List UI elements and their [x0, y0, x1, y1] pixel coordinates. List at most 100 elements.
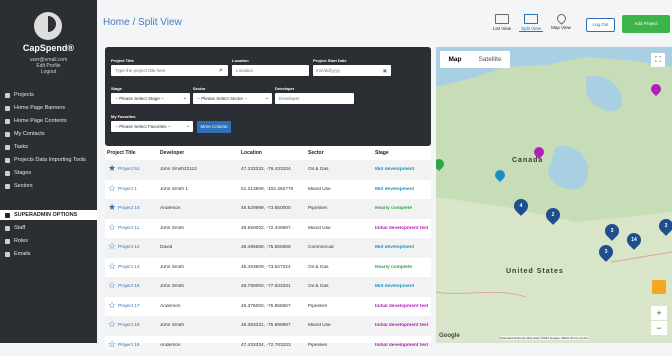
start-date-input[interactable]: mm/dd/yyyy ▣	[313, 65, 391, 76]
zoom-out-button[interactable]: −	[651, 321, 667, 335]
map-cluster[interactable]: 3	[656, 216, 672, 236]
google-logo: Google	[439, 333, 460, 339]
table-row[interactable]: ☆ Project 19 Anderson 47.433334, -72.783333…	[105, 336, 431, 356]
location-cell: 47.333332, -79.433334	[241, 167, 291, 172]
favorites-select[interactable]: -- Please Select Favorites -- ⌄	[111, 121, 193, 132]
sector-select[interactable]: -- Please Select Sector -- ⌄	[193, 93, 272, 104]
column-header-sector[interactable]: Sector	[308, 150, 324, 156]
sidebar-item-data-importing-tools[interactable]: Projects Data Importing Tools	[0, 155, 97, 165]
more-column-button[interactable]: More Column	[197, 121, 231, 133]
map-cluster[interactable]: 3	[602, 221, 622, 241]
calendar-icon[interactable]: ▣	[383, 65, 387, 76]
sidebar-item-projects[interactable]: Projects	[0, 90, 97, 100]
chevron-down-icon: ⌄	[264, 95, 269, 101]
briefcase-icon	[5, 92, 10, 98]
chevron-down-icon: ⌄	[185, 123, 190, 129]
star-outline-icon[interactable]: ☆	[108, 300, 116, 310]
zoom-in-button[interactable]: +	[651, 306, 667, 320]
map-cluster[interactable]: 2	[543, 205, 563, 225]
stage-cell: Mid development	[375, 186, 415, 192]
list-view-button[interactable]: List View	[491, 14, 513, 31]
breadcrumb-home[interactable]: Home	[103, 17, 130, 28]
star-filled-icon[interactable]: ★	[108, 203, 116, 212]
split-view-button[interactable]: Split View	[519, 14, 543, 32]
table-row[interactable]: ☆ Project 14 John Smith 45.453609, -73.6472…	[105, 258, 431, 278]
project-title-link[interactable]: Project 11	[118, 226, 139, 231]
star-outline-icon[interactable]: ☆	[108, 222, 116, 232]
sidebar-item-my-contacts[interactable]: My Contacts	[0, 129, 97, 139]
star-outline-icon[interactable]: ☆	[108, 320, 116, 329]
sidebar-section-superadmin: SUPERADMIN OPTIONS	[0, 210, 97, 220]
project-title-link[interactable]: Project 16	[118, 284, 140, 289]
table-row[interactable]: ★ Project 51 John Smith22112 47.333332, -79…	[105, 160, 431, 180]
project-title-link[interactable]: Project 12	[118, 245, 140, 250]
map-cluster[interactable]: 4	[511, 196, 531, 216]
table-row[interactable]: ☆ Project 18 John Smith 45.383331, -75.6999…	[105, 316, 431, 336]
log-out-button[interactable]: Log Out	[586, 18, 615, 32]
sidebar-item-stages[interactable]: Stages	[0, 168, 97, 178]
table-row[interactable]: ☆ Project 11 John Smith 48.650002, -72.4499…	[105, 219, 431, 239]
sidebar-item-emails[interactable]: Emails	[0, 249, 97, 259]
star-outline-icon[interactable]: ☆	[108, 281, 116, 290]
map-view[interactable]: Map Satellite ⛶ Canada United States 4 2…	[436, 47, 672, 343]
fullscreen-icon[interactable]: ⛶	[651, 53, 665, 67]
column-header-project-title[interactable]: Project Title	[107, 150, 136, 156]
table-row[interactable]: ☆ Project 16 John Smith 49.750000, -77.6333…	[105, 277, 431, 297]
project-title-link[interactable]: Project 18	[118, 323, 140, 328]
column-header-stage[interactable]: Stage	[375, 150, 389, 156]
stage-cell: Initial development test	[375, 303, 429, 309]
sidebar-item-roles[interactable]: Roles	[0, 236, 97, 246]
map-tab[interactable]: Map	[440, 51, 470, 68]
sidebar-item-home-page-contents[interactable]: Home Page Contents	[0, 116, 97, 126]
project-title-input[interactable]: Type the project title here	[111, 65, 228, 76]
table-row[interactable]: ☆ Project 1 John Smith 1 51.213808, -102.46…	[105, 180, 431, 200]
satellite-tab[interactable]: Satellite	[470, 51, 510, 68]
breadcrumb-separator: /	[132, 17, 136, 28]
star-outline-icon[interactable]: ☆	[108, 339, 116, 349]
sidebar-item-staff[interactable]: Staff	[0, 223, 97, 233]
star-outline-icon[interactable]: ☆	[108, 242, 116, 251]
stage-select[interactable]: -- Please Select Stage -- ⌄	[111, 93, 190, 104]
stage-cell: Nearly complete	[375, 264, 413, 270]
sector-cell: Pipelines	[308, 206, 328, 211]
add-project-button[interactable]: Add Project	[622, 15, 670, 33]
project-title-link[interactable]: Project 10	[118, 206, 140, 211]
breadcrumb: Home / Split View	[103, 17, 182, 28]
map-footer[interactable]: Keyboard shortcuts Map data ©2021 Google…	[500, 336, 588, 340]
split-icon	[524, 14, 538, 24]
column-header-developer[interactable]: Developer	[160, 150, 184, 156]
location-input[interactable]: Location	[232, 65, 309, 76]
project-title-link[interactable]: Project 1	[118, 187, 137, 192]
project-title-link[interactable]: Project 17	[118, 304, 140, 309]
sector-cell: Commercial	[308, 245, 334, 250]
map-view-button[interactable]: Map View	[549, 12, 573, 30]
star-filled-icon[interactable]: ★	[108, 164, 116, 173]
map-cluster[interactable]: 3	[596, 242, 616, 262]
address-book-icon	[5, 131, 10, 137]
project-title-link[interactable]: Project 14	[118, 265, 140, 270]
sidebar-item-tasks[interactable]: Tasks	[0, 142, 97, 152]
project-title-link[interactable]: Project 51	[118, 167, 140, 172]
star-outline-icon[interactable]: ☆	[108, 183, 116, 193]
project-title-link[interactable]: Project 19	[118, 343, 140, 348]
location-cell: 48.650002, -72.449997	[241, 225, 291, 231]
table-row[interactable]: ☆ Project 17 Anderson 46.375000, -75.966667…	[105, 297, 431, 317]
star-outline-icon[interactable]: ☆	[108, 261, 116, 271]
stage-cell: Initial development test	[375, 323, 429, 328]
developer-input[interactable]: Developer	[275, 93, 354, 104]
table-row[interactable]: ☆ Project 12 David 48.496668, -75.566666 Com…	[105, 238, 431, 258]
sidebar-item-sectors[interactable]: Sectors	[0, 181, 97, 191]
location-cell: 45.529999, -73.650000	[241, 206, 291, 211]
search-icon[interactable]: ⌕	[219, 67, 223, 75]
sidebar-item-home-page-banners[interactable]: Home Page Banners	[0, 103, 97, 113]
logout-link[interactable]: Logout	[0, 69, 97, 75]
location-cell: 47.433334, -72.783333	[241, 342, 291, 348]
developer-cell: Anderson	[160, 342, 181, 348]
street-view-pegman-icon[interactable]	[652, 280, 666, 294]
location-cell: 45.453609, -73.647224	[241, 264, 291, 270]
developer-cell: John Smith	[160, 225, 184, 231]
column-header-location[interactable]: Location	[241, 150, 262, 156]
stage-cell: Mid development	[375, 245, 415, 250]
map-cluster[interactable]: 14	[624, 230, 644, 250]
table-row[interactable]: ★ Project 10 Anderson 45.529999, -73.650000…	[105, 199, 431, 219]
